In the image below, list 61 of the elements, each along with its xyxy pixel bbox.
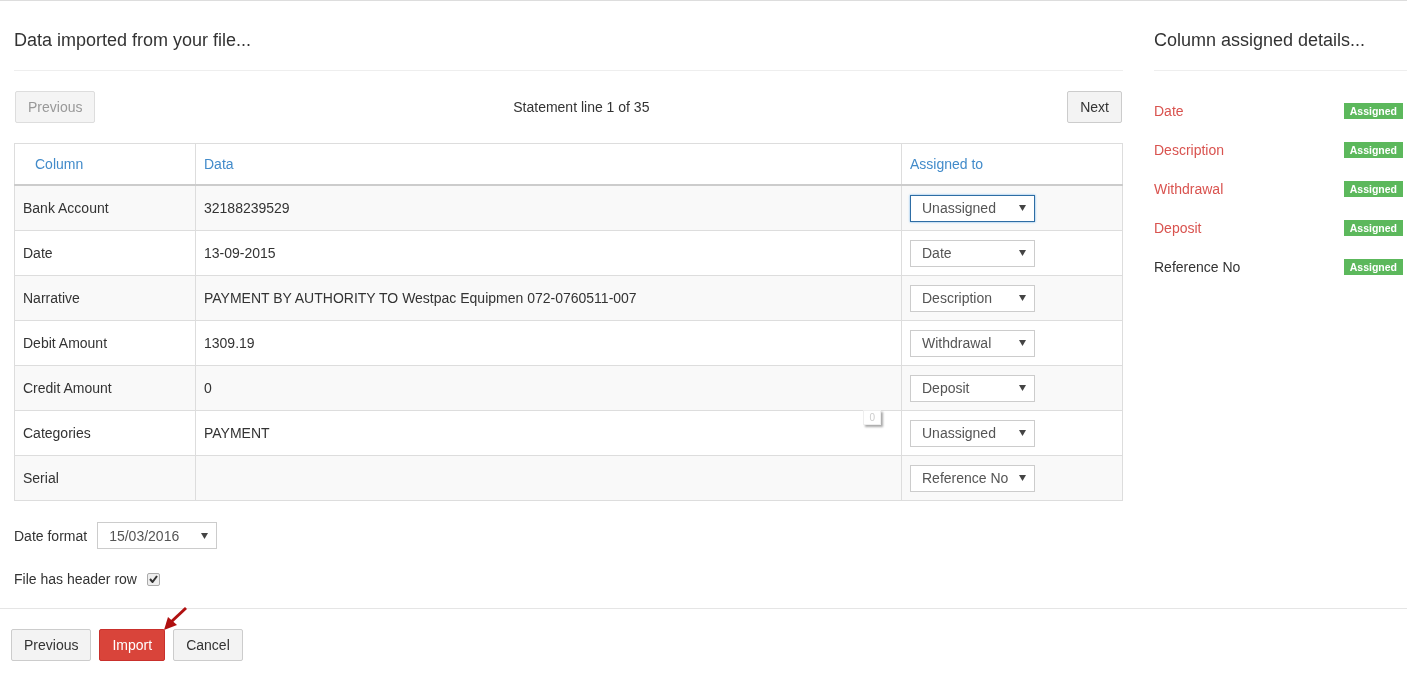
status-badge: Assigned bbox=[1343, 219, 1403, 236]
select-value: Unassigned bbox=[922, 200, 996, 216]
select-value: Unassigned bbox=[922, 425, 996, 441]
assign-select[interactable]: Date bbox=[910, 239, 1035, 267]
table-cell: Categories bbox=[23, 425, 91, 441]
caret-icon bbox=[201, 532, 209, 539]
table-cell: 32188239529 bbox=[204, 200, 290, 216]
select-value: Reference No bbox=[922, 470, 1009, 486]
section-title: Column assigned details... bbox=[1154, 1, 1407, 71]
date-format-select[interactable]: 15/03/2016 bbox=[97, 522, 218, 549]
select-value: 15/03/2016 bbox=[109, 527, 180, 544]
import-button[interactable]: Import bbox=[99, 629, 166, 661]
table-cell: PAYMENT BY AUTHORITY TO Westpac Equipmen 072-0760511-007 bbox=[204, 290, 637, 306]
table-cell: Serial bbox=[23, 470, 59, 486]
header-row-checkbox[interactable] bbox=[146, 572, 160, 586]
assign-select[interactable]: Deposit bbox=[910, 374, 1035, 402]
table-cell: Bank Account bbox=[23, 200, 109, 216]
assigned-column-name: Date bbox=[1154, 102, 1184, 119]
assigned-column-name: Description bbox=[1154, 141, 1225, 158]
assigned-column-name: Deposit bbox=[1154, 219, 1202, 236]
caret-icon bbox=[1019, 475, 1026, 481]
assign-select[interactable]: Description bbox=[910, 284, 1035, 312]
assign-select[interactable]: Withdrawal bbox=[910, 329, 1035, 357]
assigned-column-name: Reference No bbox=[1154, 258, 1241, 275]
caret-icon bbox=[1019, 295, 1026, 301]
select-value: Date bbox=[922, 245, 952, 261]
status-badge: Assigned bbox=[1343, 258, 1403, 275]
table-cell: PAYMENT bbox=[204, 425, 270, 441]
column-header[interactable]: Column bbox=[35, 156, 84, 172]
table-cell: Debit Amount bbox=[23, 335, 108, 351]
caret-icon bbox=[1019, 250, 1026, 256]
caret-icon bbox=[1019, 340, 1026, 346]
statement-counter: Statement line 1 of 35 bbox=[513, 99, 650, 115]
select-value: Description bbox=[922, 290, 993, 306]
column-header[interactable]: Data bbox=[204, 156, 234, 172]
select-value: Deposit bbox=[922, 380, 970, 396]
assign-select[interactable]: Reference No bbox=[910, 464, 1035, 492]
footer-button[interactable]: Previous bbox=[11, 629, 92, 661]
table-cell: Narrative bbox=[23, 290, 80, 306]
next-button[interactable]: Next bbox=[1067, 91, 1122, 123]
caret-icon bbox=[1019, 430, 1026, 436]
table-cell: 0 bbox=[204, 380, 212, 396]
footer-button[interactable]: Cancel bbox=[173, 629, 243, 661]
field-label: Date format bbox=[14, 527, 88, 544]
status-badge: Assigned bbox=[1343, 141, 1403, 158]
field-label: File has header row bbox=[14, 571, 137, 587]
pointer-arrow bbox=[164, 606, 188, 630]
table-cell: 1309.19 bbox=[204, 335, 255, 351]
caret-icon bbox=[1019, 385, 1026, 391]
status-badge: Assigned bbox=[1343, 102, 1403, 119]
assign-select[interactable]: Unassigned bbox=[910, 194, 1035, 222]
column-header[interactable]: Assigned to bbox=[910, 156, 984, 172]
section-title: Data imported from your file... bbox=[14, 1, 1123, 71]
status-badge: Assigned bbox=[1343, 180, 1403, 197]
select-value: Withdrawal bbox=[922, 335, 992, 351]
assign-select[interactable]: Unassigned bbox=[910, 419, 1035, 447]
table-cell: 13-09-2015 bbox=[204, 245, 276, 261]
caret-icon bbox=[1019, 205, 1026, 211]
table-cell: Credit Amount bbox=[23, 380, 112, 396]
table-cell: Date bbox=[23, 245, 53, 261]
assigned-column-name: Withdrawal bbox=[1154, 180, 1224, 197]
